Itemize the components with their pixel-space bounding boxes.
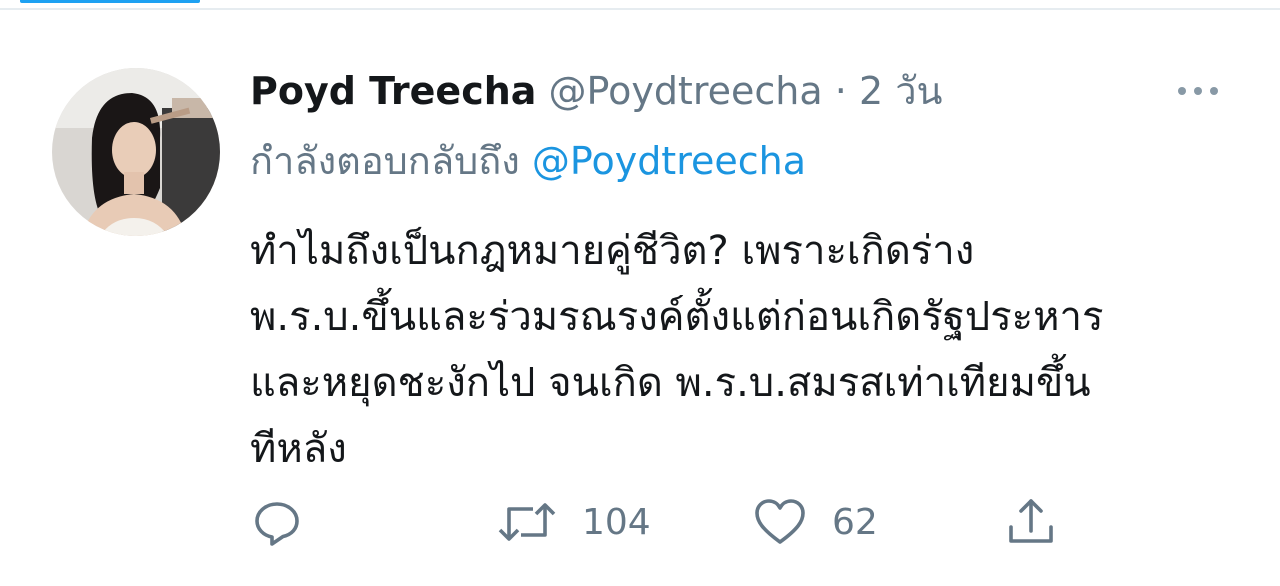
more-icon[interactable] — [1172, 76, 1224, 106]
author-name[interactable]: Poyd Treecha — [250, 69, 536, 113]
share-icon — [1004, 495, 1058, 549]
like-icon — [752, 495, 808, 549]
tweet-text: ทำไมถึงเป็นกฎหมายคู่ชีวิต? เพราะเกิดร่าง… — [250, 218, 1250, 482]
tweet-header: Poyd Treecha @Poydtreecha · 2 วัน — [250, 66, 943, 116]
replying-prefix: กำลังตอบกลับถึง — [250, 139, 520, 183]
tweet-text-line: ทีหลัง — [250, 426, 347, 472]
like-button[interactable]: 62 — [752, 494, 878, 550]
like-count: 62 — [832, 501, 878, 543]
retweet-count: 104 — [582, 501, 651, 543]
reply-icon — [250, 495, 304, 549]
avatar-image — [52, 68, 220, 236]
tweet[interactable]: Poyd Treecha @Poydtreecha · 2 วัน กำลังต… — [0, 10, 1280, 586]
separator-dot: · — [834, 69, 847, 113]
tweet-text-line: พ.ร.บ.ขึ้นและร่วมรณรงค์ตั้งแต่ก่อนเกิดรั… — [250, 294, 1104, 340]
tweet-time[interactable]: 2 วัน — [859, 69, 943, 113]
tab-indicator — [20, 0, 200, 3]
replying-mention[interactable]: @Poydtreecha — [532, 139, 806, 183]
tweet-text-line: ทำไมถึงเป็นกฎหมายคู่ชีวิต? เพราะเกิดร่าง — [250, 228, 975, 274]
reply-button[interactable] — [250, 494, 328, 550]
retweet-button[interactable]: 104 — [496, 494, 651, 550]
author-handle[interactable]: @Poydtreecha — [549, 69, 823, 113]
tweet-actions: 104 62 — [0, 494, 1280, 550]
retweet-icon — [496, 495, 558, 549]
tweet-text-line: และหยุดชะงักไป จนเกิด พ.ร.บ.สมรสเท่าเทีย… — [250, 360, 1091, 406]
replying-to: กำลังตอบกลับถึง @Poydtreecha — [250, 136, 806, 186]
share-button[interactable] — [1004, 494, 1058, 550]
avatar[interactable] — [52, 68, 220, 236]
top-bar — [0, 0, 1280, 10]
